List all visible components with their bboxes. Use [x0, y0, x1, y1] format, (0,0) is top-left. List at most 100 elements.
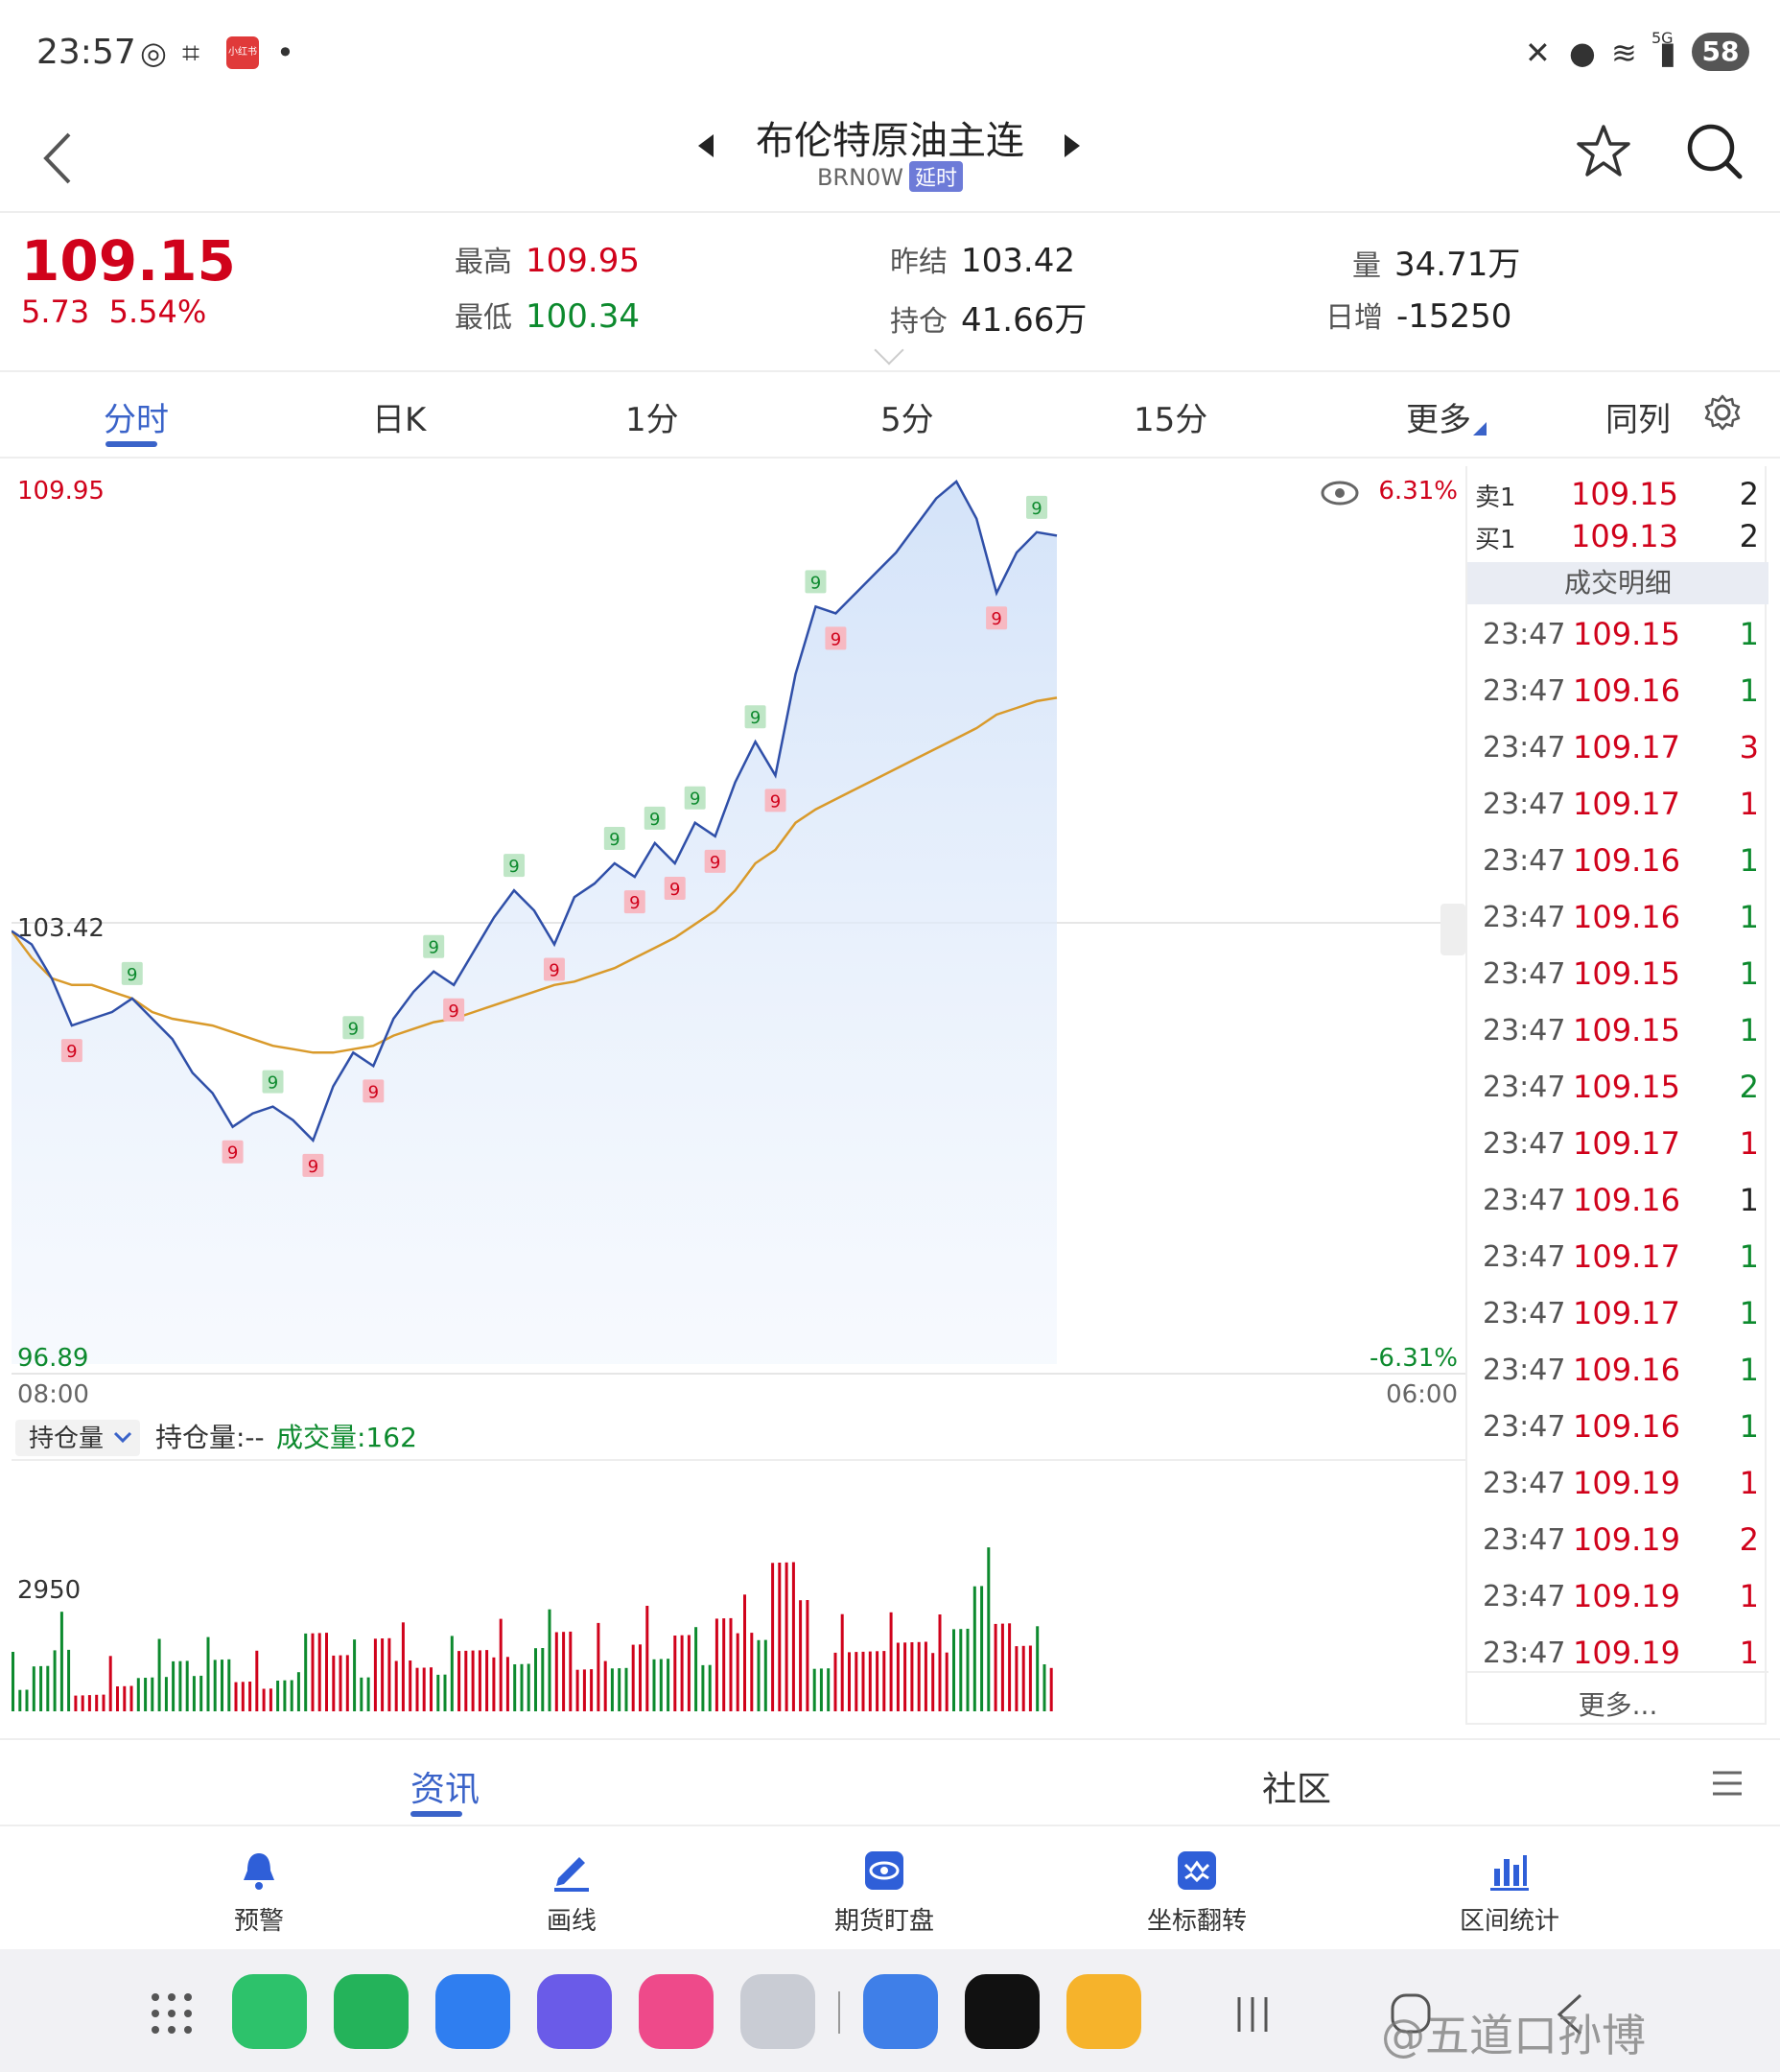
volume-bar: [67, 1649, 71, 1711]
camera-app-icon[interactable]: [740, 1974, 815, 2049]
active-tab-indicator: [105, 441, 157, 447]
volume-bar: [631, 1644, 635, 1711]
volume-bar: [373, 1638, 377, 1711]
volume-bar: [129, 1685, 133, 1711]
tab-news[interactable]: 资讯: [410, 1761, 480, 1811]
trade-price: 109.16: [1573, 899, 1680, 935]
tab-more[interactable]: 更多: [1406, 393, 1471, 440]
volume-bar: [541, 1648, 545, 1711]
news-tab-indicator: [410, 1811, 462, 1817]
weibo-app-icon[interactable]: [1066, 1974, 1141, 2049]
draw-line-tool[interactable]: 画线: [476, 1849, 668, 1937]
trade-price: 109.19: [1573, 1465, 1680, 1501]
alert-tool-label: 预警: [233, 1907, 284, 1936]
prev-settle-label: 昨结: [890, 246, 948, 279]
volume-bar: [360, 1677, 363, 1711]
svg-text:9: 9: [609, 830, 620, 850]
trade-detail-header[interactable]: 成交明细: [1467, 562, 1768, 604]
tab-compare[interactable]: 同列: [1605, 393, 1671, 440]
volume-bar: [554, 1632, 558, 1711]
messages-app-icon[interactable]: [435, 1974, 510, 2049]
svg-text:9: 9: [831, 629, 841, 649]
trade-row: 23:47 109.15 1: [1467, 606, 1768, 663]
battery-indicator: 58: [1692, 33, 1749, 71]
tiktok-app-icon[interactable]: [965, 1974, 1040, 2049]
volume-bar: [213, 1660, 217, 1711]
period-tabs: 分时 日K 1分 5分 15分 更多 同列: [0, 370, 1780, 459]
trade-price: 109.17: [1573, 729, 1680, 765]
indicator-select[interactable]: 持仓量: [29, 1424, 104, 1453]
trade-more-button[interactable]: 更多...: [1467, 1671, 1768, 1723]
svg-text:9: 9: [770, 791, 781, 812]
gallery-app-icon[interactable]: [639, 1974, 714, 2049]
volume-bar: [199, 1675, 203, 1711]
search-icon[interactable]: [1684, 121, 1745, 182]
trade-qty: 1: [1739, 1635, 1759, 1671]
star-icon[interactable]: [1573, 121, 1634, 182]
trade-time: 23:47: [1483, 1523, 1566, 1557]
tab-daily-k[interactable]: 日K: [372, 393, 426, 440]
range-stats-tool[interactable]: 区间统计: [1414, 1849, 1605, 1937]
alert-tool[interactable]: 预警: [163, 1849, 355, 1937]
ask-price: 109.15: [1571, 476, 1678, 512]
trade-qty: 1: [1739, 1578, 1759, 1614]
high-stat: 最高 109.95: [455, 238, 640, 280]
trade-time: 23:47: [1483, 1071, 1566, 1104]
tab-1min[interactable]: 1分: [625, 393, 679, 440]
volume-bar: [966, 1628, 970, 1711]
svg-text:9: 9: [127, 965, 137, 985]
signal-marker-red: 9: [543, 957, 565, 981]
trade-row: 23:47 109.16 1: [1467, 1172, 1768, 1229]
volume-bar: [945, 1652, 949, 1711]
volume-bar: [910, 1642, 914, 1711]
trade-time: 23:47: [1483, 618, 1566, 651]
change-value: 5.73: [21, 294, 90, 330]
tab-intraday[interactable]: 分时: [104, 393, 169, 440]
volume-readout: 成交量:162: [276, 1422, 417, 1453]
volume-bar: [394, 1660, 398, 1711]
trade-price: 109.17: [1573, 1125, 1680, 1162]
volume-bar: [868, 1651, 872, 1711]
volume-bar: [12, 1652, 14, 1711]
trade-row: 23:47 109.15 1: [1467, 1002, 1768, 1059]
menu-icon[interactable]: [1711, 1767, 1744, 1800]
price-chart[interactable]: 999999999999999999999999 109.95 103.42 9…: [12, 472, 1465, 1727]
app-drawer-icon[interactable]: [150, 1991, 194, 2036]
volume-bar: [855, 1652, 858, 1711]
signal-marker-red: 9: [704, 849, 726, 873]
signal-marker-green: 9: [684, 786, 706, 810]
settings-gear-icon[interactable]: [1703, 393, 1742, 432]
volume-bar: [478, 1650, 481, 1711]
tab-5min[interactable]: 5分: [880, 393, 934, 440]
trade-row: 23:47 109.16 1: [1467, 1399, 1768, 1455]
next-contract-icon[interactable]: [1065, 134, 1080, 157]
volume-bar: [812, 1668, 816, 1711]
browser-app-icon[interactable]: [537, 1974, 612, 2049]
watermark-text: @五道口孙博: [1381, 2010, 1646, 2061]
flip-axis-tool[interactable]: 坐标翻转: [1101, 1849, 1293, 1937]
tab-community[interactable]: 社区: [1262, 1761, 1331, 1811]
trade-qty: 1: [1739, 1408, 1759, 1445]
trade-row: 23:47 109.19 1: [1467, 1455, 1768, 1512]
trade-qty: 1: [1739, 786, 1759, 822]
phone-app-icon[interactable]: [334, 1974, 409, 2049]
volume-bar: [743, 1594, 746, 1711]
volume-bar: [87, 1695, 91, 1711]
volume-bar: [81, 1695, 84, 1711]
wechat-app-icon[interactable]: [232, 1974, 307, 2049]
y-min-label: 96.89: [17, 1344, 88, 1373]
volume-bar: [673, 1636, 677, 1711]
volume-bar: [610, 1668, 614, 1711]
recents-icon[interactable]: [1231, 1995, 1274, 2034]
watch-tool[interactable]: 期货盯盘: [788, 1849, 980, 1937]
trade-time: 23:47: [1483, 1467, 1566, 1500]
volume-bar: [262, 1688, 266, 1711]
volume-bar: [806, 1600, 809, 1711]
finance-app-icon[interactable]: [863, 1974, 938, 2049]
trade-time: 23:47: [1483, 1410, 1566, 1444]
expand-panel-handle[interactable]: [1440, 904, 1465, 955]
signal-marker-red: 9: [443, 998, 465, 1022]
mute-icon: ✕: [1525, 35, 1551, 71]
volume-bar: [701, 1664, 705, 1711]
tab-15min[interactable]: 15分: [1134, 393, 1207, 440]
